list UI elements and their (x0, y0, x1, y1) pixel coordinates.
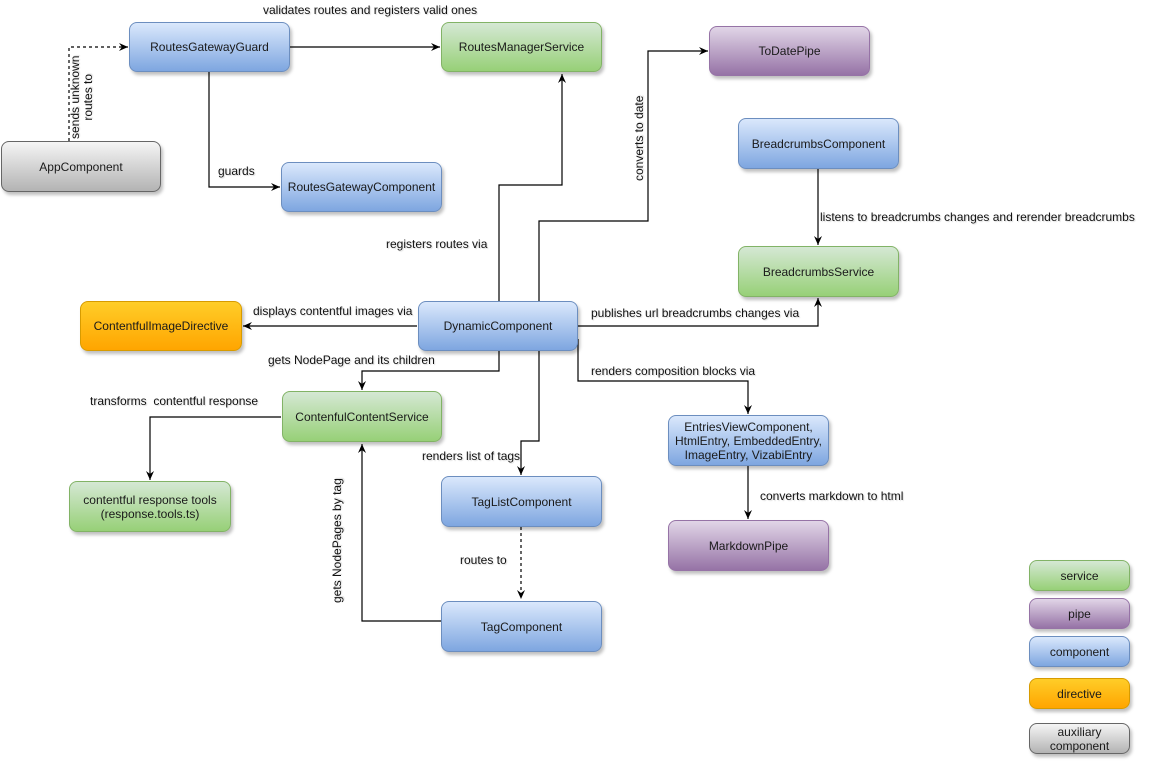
legend-item-directive: directive (1029, 678, 1130, 709)
node-label: TagListComponent (471, 494, 572, 509)
node-dynamic-component[interactable]: DynamicComponent (418, 301, 578, 351)
node-label: AppComponent (39, 159, 123, 174)
node-label: ToDatePipe (758, 44, 821, 58)
legend-item-pipe: pipe (1029, 598, 1130, 629)
node-markdown-pipe[interactable]: MarkdownPipe (668, 520, 829, 571)
edge-label-registers-routes: registers routes via (386, 237, 488, 251)
node-label: ContentfulImageDirective (93, 319, 229, 333)
edge-label-displays-images: displays contentful images via (253, 304, 413, 318)
node-label: MarkdownPipe (708, 538, 789, 553)
node-routes-manager-service[interactable]: RoutesManagerService (441, 22, 602, 72)
edge-label-publishes-breadcrumbs: publishes url breadcrumbs changes via (591, 306, 800, 320)
legend-label: component (1049, 644, 1110, 659)
edge-registers-routes (498, 74, 566, 301)
edge-transforms-response (146, 416, 281, 480)
edge-converts-to-date (538, 47, 708, 301)
edge-label-routes-to: routes to (460, 553, 507, 567)
node-label: TagComponent (480, 619, 563, 634)
legend-item-auxiliary-component: auxiliary component (1029, 723, 1130, 754)
node-label: DynamicComponent (443, 319, 553, 333)
edge-label-converts-markdown: converts markdown to html (760, 489, 904, 503)
node-label: BreadcrumbsService (762, 264, 875, 279)
node-routes-gateway-guard[interactable]: RoutesGatewayGuard (129, 22, 290, 72)
node-contentful-content-service[interactable]: ContenfulContentService (282, 391, 442, 442)
edge-label-gets-nodepage: gets NodePage and its children (268, 353, 435, 367)
node-routes-gateway-component[interactable]: RoutesGatewayComponent (281, 162, 442, 212)
edge-label-transforms-response: transforms contentful response (90, 394, 259, 408)
edge-label-gets-by-tag: gets NodePages by tag (330, 478, 344, 603)
node-tag-list-component[interactable]: TagListComponent (441, 476, 602, 527)
edge-label-renders-blocks: renders composition blocks via (591, 364, 756, 378)
node-label: RoutesGatewayGuard (150, 40, 269, 54)
node-breadcrumbs-service[interactable]: BreadcrumbsService (738, 246, 899, 297)
node-contentful-image-directive[interactable]: ContentfulImageDirective (80, 301, 242, 351)
node-label: EntriesViewComponent, HtmlEntry, Embedde… (675, 419, 822, 462)
edge-gets-by-tag (358, 444, 441, 622)
legend-label: service (1060, 568, 1099, 583)
legend-label: auxiliary component (1049, 724, 1110, 753)
legend-label: pipe (1068, 606, 1091, 621)
legend-item-component: component (1029, 636, 1130, 667)
edge-label-sends-unknown: sends unknown routes to (68, 55, 95, 139)
node-label: BreadcrumbsComponent (751, 136, 886, 151)
edge-renders-tags (517, 351, 540, 475)
edge-label-listens-breadcrumbs: listens to breadcrumbs changes and reren… (820, 210, 1135, 224)
edge-label-validates-routes: validates routes and registers valid one… (263, 3, 478, 17)
node-response-tools[interactable]: contentful response tools (response.tool… (69, 481, 231, 532)
edge-label-renders-tags: renders list of tags (422, 449, 521, 463)
node-label: ContenfulContentService (295, 409, 429, 424)
edge-label-guards: guards (218, 164, 255, 178)
node-label: contentful response tools (response.tool… (83, 492, 217, 521)
node-label: RoutesManagerService (458, 40, 585, 54)
node-app-component[interactable]: AppComponent (1, 141, 161, 192)
legend-label: directive (1057, 686, 1102, 701)
node-breadcrumbs-component[interactable]: BreadcrumbsComponent (738, 118, 899, 169)
legend-item-service: service (1029, 560, 1130, 591)
node-to-date-pipe[interactable]: ToDatePipe (709, 26, 870, 76)
node-tag-component[interactable]: TagComponent (441, 601, 602, 652)
node-label: RoutesGatewayComponent (287, 180, 436, 194)
node-entries-view-component[interactable]: EntriesViewComponent, HtmlEntry, Embedde… (668, 415, 829, 466)
edge-label-converts-to-date: converts to date (632, 95, 646, 181)
